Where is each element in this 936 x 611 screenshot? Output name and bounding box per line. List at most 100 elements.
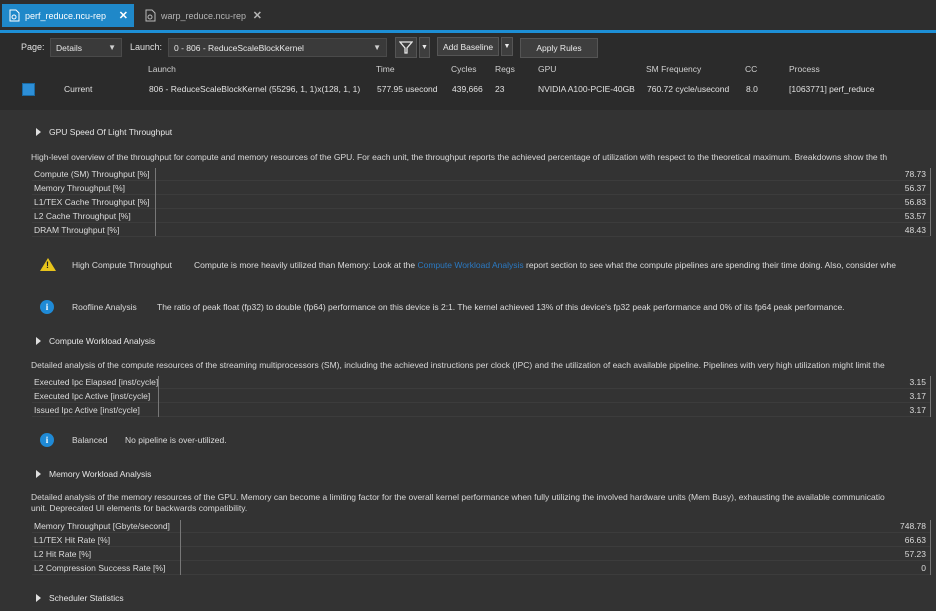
metric-row: Memory Throughput [Gbyte/second] 748.78 xyxy=(32,519,930,533)
metric-value: 3.17 xyxy=(909,405,926,415)
metric-row: L2 Cache Throughput [%] 53.57 xyxy=(32,209,930,223)
current-name: Current xyxy=(64,84,93,94)
current-launch: 806 - ReduceScaleBlockKernel (55296, 1, … xyxy=(149,84,361,94)
chevron-down-icon: ▼ xyxy=(421,44,428,51)
metric-label: Memory Throughput [Gbyte/second] xyxy=(34,521,170,531)
add-baseline-button[interactable]: Add Baseline xyxy=(437,37,499,56)
metric-label: L1/TEX Cache Throughput [%] xyxy=(34,197,150,207)
metric-value: 3.17 xyxy=(909,391,926,401)
warning-text-a: Compute is more heavily utilized than Me… xyxy=(194,260,416,270)
warning-mark: ! xyxy=(46,260,49,270)
metric-row: Compute (SM) Throughput [%] 78.73 xyxy=(32,167,930,181)
metric-label: Memory Throughput [%] xyxy=(34,183,126,193)
metric-label: Issued Ipc Active [inst/cycle] xyxy=(34,405,140,415)
info-icon: i xyxy=(40,433,54,447)
metric-value: 3.15 xyxy=(909,377,926,387)
warning-text: Compute is more heavily utilized than Me… xyxy=(194,260,896,270)
section-header-compute[interactable]: Compute Workload Analysis xyxy=(36,336,155,346)
column-divider xyxy=(930,376,931,417)
apply-rules-button[interactable]: Apply Rules xyxy=(520,38,598,58)
section-description: Detailed analysis of the compute resourc… xyxy=(31,360,885,370)
col-regs: Regs xyxy=(495,64,515,74)
launch-label: Launch: xyxy=(130,42,163,52)
col-time: Time xyxy=(376,64,395,74)
info-icon: i xyxy=(40,300,54,314)
metric-value: 78.73 xyxy=(904,169,926,179)
metric-label: Executed Ipc Active [inst/cycle] xyxy=(34,391,151,401)
section-title: GPU Speed Of Light Throughput xyxy=(49,127,173,137)
column-divider xyxy=(155,168,156,236)
section-header-memory[interactable]: Memory Workload Analysis xyxy=(36,469,151,479)
column-divider xyxy=(930,168,931,236)
close-icon[interactable]: ✕ xyxy=(253,9,262,22)
filter-dropdown-button[interactable]: ▼ xyxy=(419,37,430,58)
col-cycles: Cycles xyxy=(451,64,477,74)
current-regs: 23 xyxy=(495,84,505,94)
col-process: Process xyxy=(789,64,820,74)
metric-row: L2 Hit Rate [%] 57.23 xyxy=(32,547,930,561)
current-cc: 8.0 xyxy=(746,84,758,94)
metric-row: Executed Ipc Elapsed [inst/cycle] 3.15 xyxy=(32,375,930,389)
metric-value: 0 xyxy=(921,563,926,573)
metric-label: L1/TEX Hit Rate [%] xyxy=(34,535,111,545)
metric-label: L2 Cache Throughput [%] xyxy=(34,211,131,221)
collapse-triangle-icon xyxy=(36,470,41,478)
col-gpu: GPU xyxy=(538,64,557,74)
metric-value: 748.78 xyxy=(900,521,926,531)
warning-text-b: report section to see what the compute p… xyxy=(526,260,896,270)
launch-select-value: 0 - 806 - ReduceScaleBlockKernel xyxy=(174,42,304,53)
collapse-triangle-icon xyxy=(36,128,41,136)
metric-value: 53.57 xyxy=(904,211,926,221)
metric-row: Memory Throughput [%] 56.37 xyxy=(32,181,930,195)
metric-value: 56.37 xyxy=(904,183,926,193)
col-launch: Launch xyxy=(148,64,176,74)
baseline-dropdown-button[interactable]: ▼ xyxy=(501,37,513,56)
page-select[interactable]: Details ▼ xyxy=(50,38,122,57)
section-title: Memory Workload Analysis xyxy=(49,469,152,479)
current-cycles: 439,666 xyxy=(452,84,483,94)
compute-workload-link[interactable]: Compute Workload Analysis xyxy=(417,260,523,270)
warning-title: High Compute Throughput xyxy=(72,260,173,270)
tab-warp-reduce[interactable]: warp_reduce.ncu-rep ✕ xyxy=(138,4,268,27)
close-icon[interactable]: ✕ xyxy=(119,9,128,22)
metric-row: L1/TEX Cache Throughput [%] 56.83 xyxy=(32,195,930,209)
section-header-sol[interactable]: GPU Speed Of Light Throughput xyxy=(36,127,172,137)
info-title: Roofline Analysis xyxy=(72,302,137,312)
col-cc: CC xyxy=(745,64,758,74)
tab-label: warp_reduce.ncu-rep xyxy=(161,10,247,21)
tab-perf-reduce[interactable]: perf_reduce.ncu-rep ✕ xyxy=(2,4,134,27)
metric-value: 57.23 xyxy=(904,549,926,559)
launch-select[interactable]: 0 - 806 - ReduceScaleBlockKernel ▼ xyxy=(168,38,387,57)
column-divider xyxy=(180,520,181,575)
metric-row: L2 Compression Success Rate [%] 0 xyxy=(32,561,930,575)
page-select-value: Details xyxy=(56,42,82,53)
metric-value: 56.83 xyxy=(904,197,926,207)
current-process: [1063771] perf_reduce xyxy=(789,84,875,94)
metric-row: Issued Ipc Active [inst/cycle] 3.17 xyxy=(32,403,930,417)
section-description: High-level overview of the throughput fo… xyxy=(31,152,888,162)
metric-row: L1/TEX Hit Rate [%] 66.63 xyxy=(32,533,930,547)
current-time: 577.95 usecond xyxy=(377,84,438,94)
page-label: Page: xyxy=(21,42,45,52)
metric-row: DRAM Throughput [%] 48.43 xyxy=(32,223,930,237)
metric-value: 66.63 xyxy=(904,535,926,545)
report-file-icon xyxy=(145,9,156,22)
apply-rules-label: Apply Rules xyxy=(536,43,582,53)
filter-button[interactable] xyxy=(395,37,417,58)
info-text: The ratio of peak float (fp32) to double… xyxy=(157,302,845,312)
chevron-down-icon: ▼ xyxy=(373,43,381,52)
info-text: No pipeline is over-utilized. xyxy=(125,435,227,445)
section-description-cont: unit. Deprecated UI elements for backwar… xyxy=(31,503,248,513)
report-file-icon xyxy=(9,9,20,22)
col-sm-frequency: SM Frequency xyxy=(646,64,702,74)
collapse-triangle-icon xyxy=(36,594,41,602)
section-title: Scheduler Statistics xyxy=(49,593,124,603)
info-title: Balanced xyxy=(72,435,108,445)
metric-label: L2 Compression Success Rate [%] xyxy=(34,563,166,573)
chevron-down-icon: ▼ xyxy=(108,43,116,52)
chevron-down-icon: ▼ xyxy=(503,43,511,50)
current-color-swatch[interactable] xyxy=(22,83,35,96)
metric-value: 48.43 xyxy=(904,225,926,235)
section-header-scheduler[interactable]: Scheduler Statistics xyxy=(36,593,124,603)
column-divider xyxy=(158,376,159,417)
